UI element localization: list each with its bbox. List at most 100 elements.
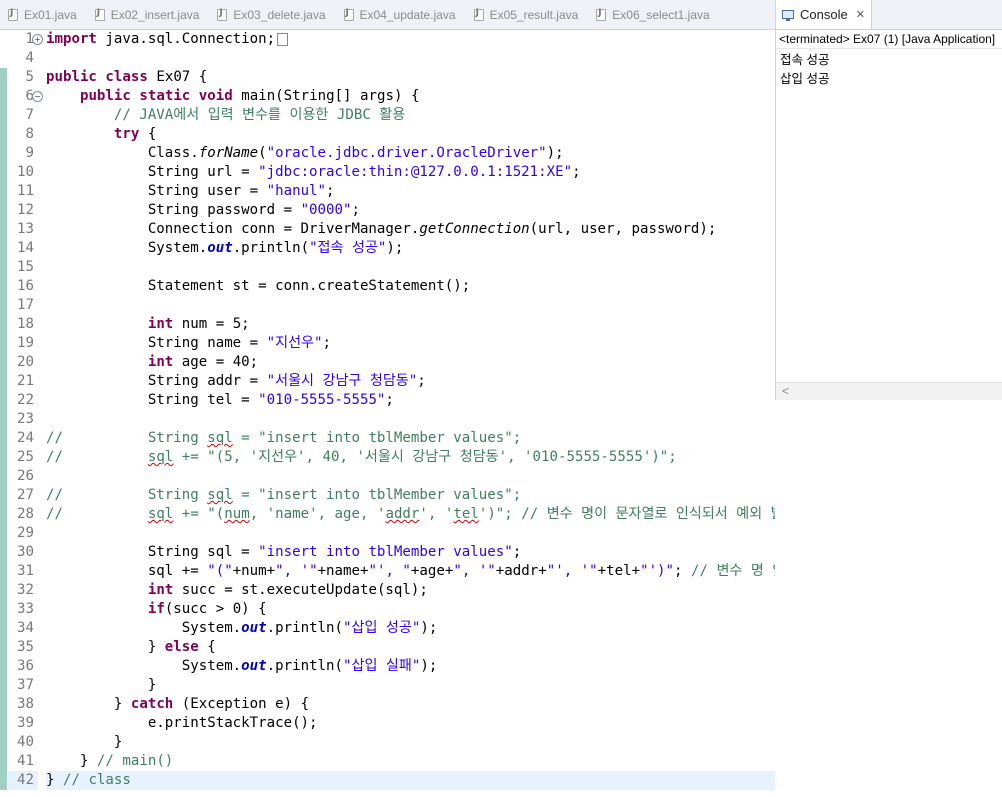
code-token: num = 5;: [173, 316, 250, 332]
code-line[interactable]: String name = "지선우";: [46, 334, 775, 353]
code-line[interactable]: String tel = "010-5555-5555";: [46, 391, 775, 410]
code-line[interactable]: // sql += "(5, '지선우', 40, '서울시 강남구 청담동',…: [46, 448, 775, 467]
console-output[interactable]: 접속 성공 삽입 성공: [776, 49, 1002, 91]
code-line[interactable]: int succ = st.executeUpdate(sql);: [46, 581, 775, 600]
code-token: }: [46, 696, 131, 712]
editor-tab[interactable]: Ex06_select1.java: [588, 0, 719, 29]
change-ruler-segment: [0, 68, 7, 790]
line-number: 11: [17, 183, 34, 199]
close-icon[interactable]: ✕: [856, 8, 865, 21]
code-token: ')"; // 변수 명이 문자열로 인식되서 예외 발생: [478, 506, 775, 522]
code-token: ;: [351, 202, 360, 218]
editor-tab[interactable]: Ex04_update.java: [336, 0, 466, 29]
code-line[interactable]: String addr = "서울시 강남구 청담동";: [46, 372, 775, 391]
line-number: 42: [8, 771, 38, 790]
code-line[interactable]: System.out.println("삽입 실패");: [46, 657, 775, 676]
code-line[interactable]: public static void main(String[] args) {: [46, 87, 775, 106]
code-token: .println(: [232, 240, 310, 256]
code-line[interactable]: // sql += "(num, 'name', age, 'addr', 't…: [46, 505, 775, 524]
code-token: age = 40;: [173, 354, 259, 370]
line-number: 21: [17, 373, 34, 389]
code-token: ;: [322, 335, 332, 351]
console-tab-label: Console: [800, 7, 848, 22]
code-line[interactable]: [46, 258, 775, 277]
code-line[interactable]: if(succ > 0) {: [46, 600, 775, 619]
editor-tab[interactable]: Ex03_delete.java: [209, 0, 335, 29]
code-line[interactable]: int num = 5;: [46, 315, 775, 334]
code-line[interactable]: String user = "hanul";: [46, 182, 775, 201]
code-token: catch: [130, 696, 174, 712]
line-number: 25: [17, 449, 34, 465]
editor-tab[interactable]: Ex02_insert.java: [87, 0, 210, 29]
scroll-left-icon[interactable]: <: [782, 383, 789, 400]
code-token: out: [241, 620, 267, 636]
line-number: 37: [17, 677, 34, 693]
code-line[interactable]: e.printStackTrace();: [46, 714, 775, 733]
code-line[interactable]: import java.sql.Connection;: [46, 30, 775, 49]
code-token: {: [139, 126, 157, 142]
code-editor[interactable]: 1 4 5 6 7 8 9 10 11 12 13 14 15 16 17 18 19 20 21 22 23 24 25 2…: [0, 30, 775, 797]
line-number: 31: [17, 563, 34, 579]
editor-tab[interactable]: Ex05_result.java: [466, 0, 589, 29]
code-token: void: [198, 88, 233, 104]
folded-imports-box[interactable]: [277, 32, 289, 46]
code-token: ;: [385, 392, 394, 408]
code-token: }: [46, 734, 123, 750]
code-line[interactable]: public class Ex07 {: [46, 68, 775, 87]
editor-tab-label: Ex03_delete.java: [233, 7, 326, 22]
expand-fold-icon[interactable]: +: [32, 34, 43, 45]
code-token: e.printStackTrace();: [46, 715, 318, 731]
code-line[interactable]: try {: [46, 125, 775, 144]
code-line[interactable]: // String sql = "insert into tblMember v…: [46, 429, 775, 448]
code-token: String password =: [46, 202, 301, 218]
code-token: ;: [572, 164, 581, 180]
code-token: +num+: [232, 563, 276, 579]
code-token: "접속 성공": [309, 240, 387, 256]
console-tab[interactable]: Console ✕: [776, 0, 872, 29]
line-number: 35: [17, 639, 34, 655]
code-line[interactable]: [46, 49, 775, 68]
code-line[interactable]: int age = 40;: [46, 353, 775, 372]
code-line[interactable]: // String sql = "insert into tblMember v…: [46, 486, 775, 505]
code-token: "', '": [546, 563, 598, 579]
code-line[interactable]: }: [46, 733, 775, 752]
code-line[interactable]: [46, 296, 775, 315]
code-token: "jdbc:oracle:thin:@127.0.0.1:1521:XE": [258, 164, 573, 180]
code-line[interactable]: Class.forName("oracle.jdbc.driver.Oracle…: [46, 144, 775, 163]
code-token: int: [147, 354, 174, 370]
code-line[interactable]: System.out.println("접속 성공");: [46, 239, 775, 258]
code-line[interactable]: Statement st = conn.createStatement();: [46, 277, 775, 296]
code-token: "', ": [368, 563, 411, 579]
code-line[interactable]: } // main(): [46, 752, 775, 771]
code-token: System.: [46, 620, 242, 636]
code-token: (succ > 0) {: [164, 601, 267, 617]
code-line[interactable]: } else {: [46, 638, 775, 657]
code-line[interactable]: String sql = "insert into tblMember valu…: [46, 543, 775, 562]
collapse-fold-icon[interactable]: −: [32, 91, 43, 102]
code-area[interactable]: import java.sql.Connection; public class …: [46, 30, 775, 790]
code-line[interactable]: System.out.println("삽입 성공");: [46, 619, 775, 638]
code-line[interactable]: // JAVA에서 입력 변수를 이용한 JDBC 활용: [46, 106, 775, 125]
code-token: ;: [674, 563, 692, 579]
code-line[interactable]: String url = "jdbc:oracle:thin:@127.0.0.…: [46, 163, 775, 182]
console-horizontal-scrollbar[interactable]: <: [776, 382, 1002, 400]
code-line[interactable]: } catch (Exception e) {: [46, 695, 775, 714]
line-number: 18: [17, 316, 34, 332]
line-number: 26: [17, 468, 34, 484]
java-file-icon: [8, 8, 18, 21]
code-line[interactable]: } // class: [46, 771, 775, 790]
code-token: ", '": [453, 563, 496, 579]
code-line[interactable]: String password = "0000";: [46, 201, 775, 220]
editor-tab[interactable]: Ex01.java: [0, 0, 87, 29]
code-token: sql: [147, 449, 174, 465]
line-number: 39: [17, 715, 34, 731]
code-token: forName: [198, 145, 259, 161]
code-line[interactable]: }: [46, 676, 775, 695]
code-token: +age+: [410, 563, 454, 579]
code-line[interactable]: [46, 524, 775, 543]
code-line[interactable]: [46, 467, 775, 486]
code-line[interactable]: [46, 410, 775, 429]
code-token: , 'name', age, ': [249, 506, 386, 522]
code-line[interactable]: sql += "("+num+", '"+name+"', "+age+", '…: [46, 562, 775, 581]
code-line[interactable]: Connection conn = DriverManager.getConne…: [46, 220, 775, 239]
